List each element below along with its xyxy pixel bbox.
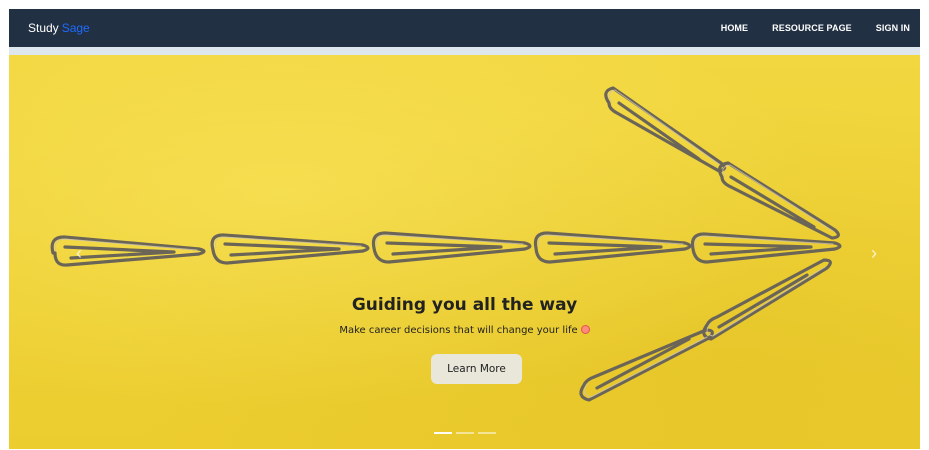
carousel-indicator-1[interactable] [433,432,452,434]
carousel-indicator-3[interactable] [477,432,496,434]
learn-more-button[interactable]: Learn More [431,354,522,384]
nav-link-sign-in[interactable]: SIGN IN [876,23,910,33]
hero-carousel: ‹ › Guiding you all the way Make career … [9,55,920,449]
brand-logo[interactable]: Study Sage [28,9,90,47]
chevron-right-icon: › [871,242,877,263]
nav-link-home[interactable]: HOME [721,23,748,33]
carousel-indicator-2[interactable] [455,432,474,434]
navbar: Study Sage HOME RESOURCE PAGE SIGN IN [9,9,920,47]
paperclip-arrow-image [50,86,842,402]
carousel-prev-button[interactable]: ‹ [69,235,89,271]
nav-divider [9,47,920,55]
nav-link-resource-page[interactable]: RESOURCE PAGE [772,23,852,33]
smiling-face-with-hearts-icon [580,325,590,334]
chevron-left-icon: ‹ [76,242,82,263]
carousel-caption-text: Make career decisions that will change y… [339,325,578,336]
brand-primary: Study [28,21,59,35]
carousel-caption-title: Guiding you all the way [351,295,578,315]
carousel-next-button[interactable]: › [864,235,884,271]
brand-accent: Sage [61,21,90,35]
nav-links: HOME RESOURCE PAGE SIGN IN [721,9,910,47]
carousel-caption-text-wrap: Make career decisions that will change y… [9,325,920,336]
carousel-indicators [9,432,920,434]
